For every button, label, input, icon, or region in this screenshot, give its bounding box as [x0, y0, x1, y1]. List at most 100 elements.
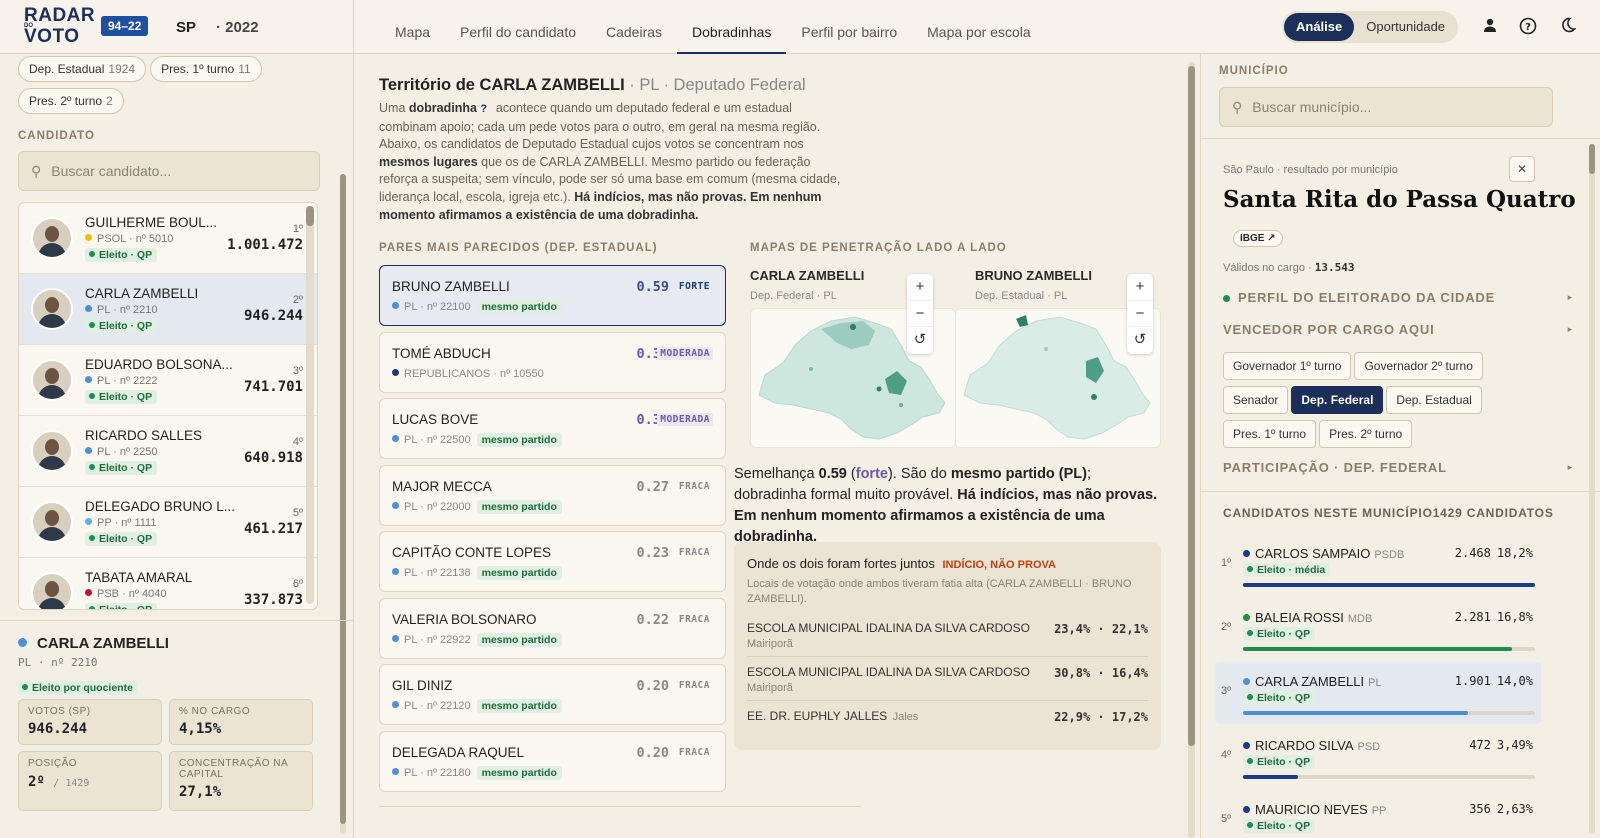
candidate-name: EDUARDO BOLSONA... [85, 357, 233, 372]
maps-section-label: MAPAS DE PENETRAÇÃO LADO A LADO [750, 242, 1007, 254]
municipio-candidate-row[interactable]: 5º MAURICIO NEVES PP Eleito · QP 356 2,63% [1215, 790, 1541, 838]
filter-chip[interactable]: Pres. 1º turno 11 [150, 56, 262, 82]
uf-label[interactable]: SP [176, 19, 196, 36]
reset-icon[interactable]: ↺ [907, 327, 933, 354]
pair-strength-tag: MODERADA [657, 413, 713, 426]
candidate-row[interactable]: CARLA ZAMBELLI PL · nº 2210 Eleito · QP 2º 9… [19, 274, 317, 345]
candidate-name: DELEGADO BRUNO L... [85, 499, 235, 514]
candidate-list[interactable]: GUILHERME BOUL... PSOL · nº 5010 Eleito · … [18, 202, 318, 610]
user-icon[interactable] [1480, 17, 1500, 37]
municipio-candidate-row[interactable]: 2º BALEIA ROSSI MDB Eleito · QP 2.281 16,8% [1215, 598, 1541, 660]
moon-icon[interactable] [1558, 17, 1578, 37]
candidate-row[interactable]: EDUARDO BOLSONA... PL · nº 2222 Eleito · Q… [19, 345, 317, 416]
pair-name: DELEGADA RAQUEL [392, 744, 525, 760]
candidate-list-scrollbar[interactable] [306, 206, 314, 604]
zoom-out-icon[interactable]: − [907, 301, 933, 328]
pair-name: LUCAS BOVE [392, 412, 479, 427]
evidence-row[interactable]: ESCOLA MUNICIPAL IDALINA DA SILVA CARDOS… [747, 613, 1148, 657]
vote-share-bar [1243, 583, 1535, 587]
map-b-zoom-controls: + − ↺ [1127, 274, 1153, 354]
pair-card[interactable]: MAJOR MECCA PL · nº 22000 mesmo partido 0.2… [379, 464, 726, 526]
pair-score: 0.27 [636, 478, 669, 495]
nav-tab-2[interactable]: Cadeiras [591, 0, 677, 54]
filter-chip[interactable]: Dep. Estadual 1924 [18, 56, 147, 82]
vencedor-toggle[interactable]: VENCEDOR POR CARGO AQUI ▸ [1223, 322, 1573, 337]
reset-icon[interactable]: ↺ [1127, 327, 1153, 354]
pair-card[interactable]: BRUNO ZAMBELLI PL · nº 22100 mesmo partido… [379, 265, 726, 326]
help-icon[interactable]: ? [1518, 17, 1538, 37]
zoom-out-icon[interactable]: − [1127, 301, 1153, 328]
candidate-votes: 640.918 [243, 450, 303, 466]
candidate-votes: 337.873 [243, 592, 303, 608]
cargo-chip[interactable]: Pres. 2º turno [1319, 420, 1413, 448]
nav-tab-0[interactable]: Mapa [380, 0, 445, 54]
municipio-candidate-row[interactable]: 4º RICARDO SILVA PSD Eleito · QP 472 3,49% [1215, 726, 1541, 788]
cargo-chip[interactable]: Senador [1223, 386, 1289, 414]
nav-tab-3[interactable]: Dobradinhas [677, 0, 787, 54]
pair-name: TOMÉ ABDUCH [392, 345, 491, 361]
participacao-toggle[interactable]: PARTICIPAÇÃO · DEP. FEDERAL ▸ [1223, 460, 1573, 475]
evidence-pct: 30,8% · 16,4% [1054, 666, 1148, 680]
cargo-chip[interactable]: Governador 2º turno [1354, 352, 1483, 380]
pair-score: 0.23 [636, 545, 669, 561]
candidate-row[interactable]: RICARDO SALLES PL · nº 2250 Eleito · QP 4º 6… [19, 416, 317, 487]
map-b-subtitle: Dep. Estadual · PL [975, 290, 1068, 302]
map-a-zoom-controls: + − ↺ [907, 274, 933, 354]
zoom-in-icon[interactable]: + [907, 274, 933, 301]
main-content: Território de CARLA ZAMBELLI · PL · Depu… [354, 54, 1200, 838]
candidate-rank: 5º [292, 507, 303, 519]
territory-intro: Território de CARLA ZAMBELLI · PL · Depu… [379, 76, 849, 224]
filter-chip[interactable]: Pres. 2º turno 2 [18, 88, 124, 114]
cargo-chip[interactable]: Pres. 1º turno [1223, 420, 1317, 448]
year-label[interactable]: · 2022 [216, 19, 259, 36]
candidate-rank: 3º [292, 365, 303, 377]
elected-badge: Eleito · QP [85, 248, 158, 262]
candidate-search-input[interactable]: ⚲ Buscar candidato... [18, 151, 320, 191]
evidence-title: Onde os dois foram fortes juntos [747, 556, 935, 571]
pair-strength-tag: FRACA [678, 613, 710, 625]
dobradinha-help-icon[interactable]: ? [480, 101, 492, 119]
pair-party: PL · nº 22100 mesmo partido [392, 300, 562, 314]
avatar [31, 359, 73, 401]
nav-tab-4[interactable]: Perfil por bairro [786, 0, 912, 54]
city-name: Santa Rita do Passa Quatro [1223, 186, 1576, 213]
right-panel: MUNICÍPIO ⚲ Buscar município... São Paul… [1200, 54, 1600, 838]
municipio-search-input[interactable]: ⚲ Buscar município... [1219, 87, 1553, 127]
evidence-pct: 23,4% · 22,1% [1054, 622, 1148, 636]
cargo-chip[interactable]: Governador 1º turno [1223, 352, 1352, 380]
cargo-chip[interactable]: Dep. Federal [1291, 386, 1384, 414]
candidate-row[interactable]: TABATA AMARAL PSB · nº 4040 Eleito · QP 6º 3… [19, 558, 317, 609]
right-scrollbar[interactable] [1589, 144, 1595, 834]
cycle-badge[interactable]: 94–22 [101, 16, 149, 36]
municipio-candidate-row[interactable]: 3º CARLA ZAMBELLI PL Eleito · QP 1.901 14,0% [1215, 662, 1541, 724]
zoom-in-icon[interactable]: + [1127, 274, 1153, 301]
evidence-row[interactable]: EE. DR. EUPHLY JALLES Jales 22,9% · 17,2% [747, 701, 1148, 729]
candidate-row[interactable]: DELEGADO BRUNO L... PP · nº 1111 Eleito · … [19, 487, 317, 558]
nav-tab-1[interactable]: Perfil do candidato [445, 0, 591, 54]
perfil-eleitorado-toggle[interactable]: PERFIL DO ELEITORADO DA CIDADE ▸ [1223, 290, 1573, 305]
stat-votes: VOTOS (SP) 946.244 [18, 699, 162, 745]
avatar [31, 572, 73, 609]
pair-party: PL · nº 22120 mesmo partido [392, 699, 562, 713]
close-icon[interactable]: ✕ [1509, 156, 1535, 182]
main-scrollbar[interactable] [1188, 62, 1195, 838]
evidence-row[interactable]: ESCOLA MUNICIPAL IDALINA DA SILVA CARDOS… [747, 657, 1148, 701]
municipio-candidate-row[interactable]: 1º CARLOS SAMPAIO PSDB Eleito · média 2.468 1… [1215, 534, 1541, 596]
pair-card[interactable]: TOMÉ ABDUCH REPUBLICANOS · nº 10550 0.35 MO… [379, 331, 726, 393]
cargo-chip[interactable]: Dep. Estadual [1386, 386, 1482, 414]
mode-analise-button[interactable]: Análise [1284, 13, 1355, 41]
logo[interactable]: RADAR DO VOTO [24, 6, 95, 46]
vote-share-bar [1243, 775, 1535, 779]
pair-card[interactable]: CAPITÃO CONTE LOPES PL · nº 22138 mesmo pa… [379, 531, 726, 592]
candidate-row[interactable]: GUILHERME BOUL... PSOL · nº 5010 Eleito · … [19, 203, 317, 274]
nav-tab-5[interactable]: Mapa por escola [912, 0, 1046, 54]
pair-card[interactable]: LUCAS BOVE PL · nº 22500 mesmo partido 0.30… [379, 398, 726, 459]
mode-toggle[interactable]: Análise Oportunidade [1282, 11, 1458, 43]
pair-strength-tag: FRACA [678, 680, 710, 691]
ibge-link[interactable]: IBGE ↗ [1233, 230, 1283, 247]
pair-card[interactable]: GIL DINIZ PL · nº 22120 mesmo partido 0.20 F… [379, 664, 726, 725]
pair-card[interactable]: DELEGADA RAQUEL PL · nº 22180 mesmo partid… [379, 730, 726, 792]
mode-oportunidade-button[interactable]: Oportunidade [1354, 13, 1457, 41]
pair-card[interactable]: VALERIA BOLSONARO PL · nº 22922 mesmo part… [379, 597, 726, 659]
candidate-party: PSB · nº 4040 [85, 588, 166, 600]
